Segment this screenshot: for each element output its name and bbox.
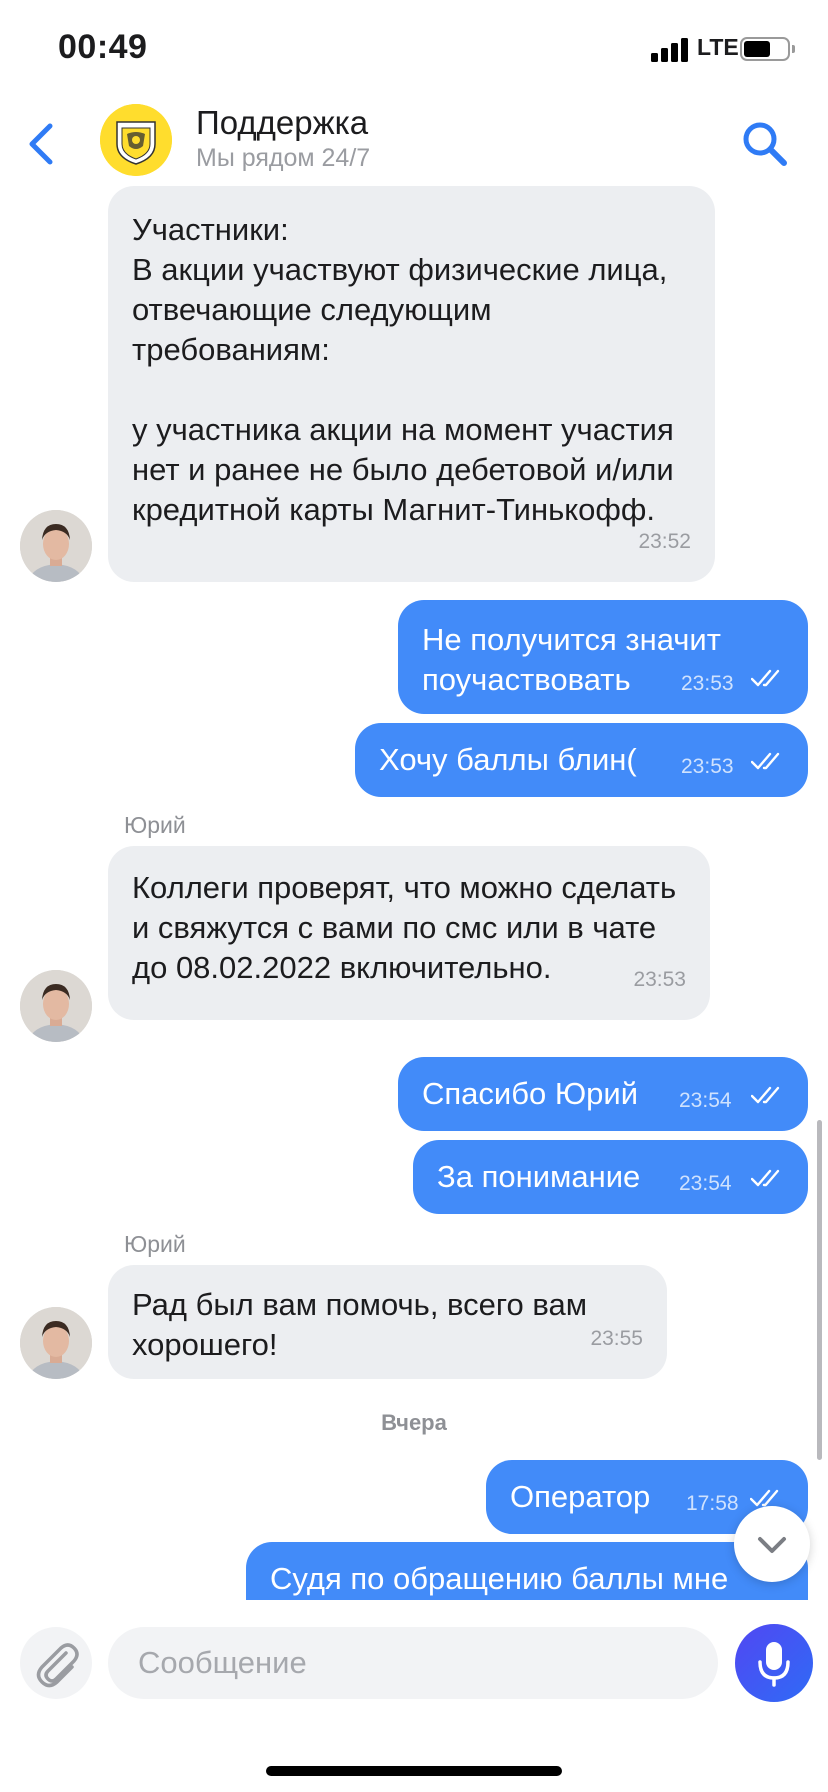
- message-time: 17:58: [686, 1492, 739, 1515]
- outgoing-message[interactable]: Хочу баллы блин( 23:53: [355, 723, 808, 797]
- message-time: 23:53: [681, 755, 734, 778]
- outgoing-message[interactable]: Не получится значит поучаствовать 23:53: [398, 600, 808, 714]
- status-time: 00:49: [58, 28, 148, 66]
- battery-level: [744, 41, 771, 57]
- chat-subtitle: Мы рядом 24/7: [196, 144, 371, 172]
- message-time: 23:53: [681, 672, 734, 695]
- search-icon: [743, 122, 787, 166]
- microphone-icon: [758, 1642, 790, 1687]
- home-indicator[interactable]: [266, 1766, 562, 1776]
- double-check-icon: [751, 1086, 780, 1104]
- message-time: 23:52: [638, 530, 691, 553]
- outgoing-message[interactable]: Спасибо Юрий 23:54: [398, 1057, 808, 1131]
- back-button[interactable]: [18, 116, 68, 172]
- sender-name: Юрий: [124, 1231, 186, 1257]
- scrollbar[interactable]: [817, 1120, 822, 1460]
- message-time: 23:54: [679, 1089, 732, 1112]
- message-time: 23:55: [590, 1327, 643, 1350]
- avatar-image: [20, 970, 92, 1042]
- avatar-image: [20, 510, 92, 582]
- incoming-message[interactable]: Рад был вам помочь, всего вам хорошего! …: [108, 1265, 667, 1379]
- search-button[interactable]: [735, 114, 795, 174]
- message-input[interactable]: [108, 1627, 718, 1699]
- avatar: [20, 510, 92, 582]
- message-time: 23:53: [633, 968, 686, 991]
- signal-icon: [651, 38, 691, 62]
- message-list[interactable]: Участники: В акции участвуют физические …: [0, 180, 828, 1600]
- message-composer: [0, 1600, 828, 1710]
- incoming-message[interactable]: Коллеги проверят, что можно сделать и св…: [108, 846, 710, 1020]
- message-text: Участники: В акции участвуют физические …: [132, 212, 674, 527]
- chat-title: Поддержка: [196, 104, 369, 141]
- day-divider: Вчера: [381, 1410, 447, 1435]
- avatar: [20, 1307, 92, 1379]
- incoming-message[interactable]: Участники: В акции участвуют физические …: [108, 186, 715, 582]
- double-check-icon: [751, 752, 780, 770]
- double-check-icon: [751, 669, 780, 687]
- message-text: Коллеги проверят, что можно сделать и св…: [132, 870, 677, 985]
- outgoing-message[interactable]: За понимание 23:54: [413, 1140, 808, 1214]
- avatar-image: [20, 1307, 92, 1379]
- paperclip-icon: [36, 1643, 79, 1688]
- scroll-to-bottom-button[interactable]: [734, 1506, 810, 1582]
- battery-icon: [740, 37, 795, 61]
- avatar: [20, 970, 92, 1042]
- chat-header: Поддержка Мы рядом 24/7: [0, 100, 828, 190]
- outgoing-message[interactable]: Судя по обращению баллы мне: [246, 1542, 808, 1600]
- message-text: Рад был вам помочь, всего вам хорошего!: [132, 1287, 588, 1362]
- message-text: Судя по обращению баллы мне: [270, 1561, 729, 1596]
- microphone-button[interactable]: [735, 1624, 813, 1702]
- attach-button[interactable]: [20, 1627, 92, 1699]
- back-chevron-icon: [29, 123, 53, 165]
- message-time: 23:54: [679, 1172, 732, 1195]
- chevron-down-icon: [758, 1537, 786, 1553]
- tinkoff-logo-icon: [100, 104, 172, 176]
- network-type: LTE: [697, 34, 739, 60]
- double-check-icon: [751, 1169, 780, 1187]
- double-check-icon: [750, 1489, 779, 1507]
- sender-name: Юрий: [124, 812, 186, 838]
- status-bar: 00:49 LTE: [0, 0, 828, 100]
